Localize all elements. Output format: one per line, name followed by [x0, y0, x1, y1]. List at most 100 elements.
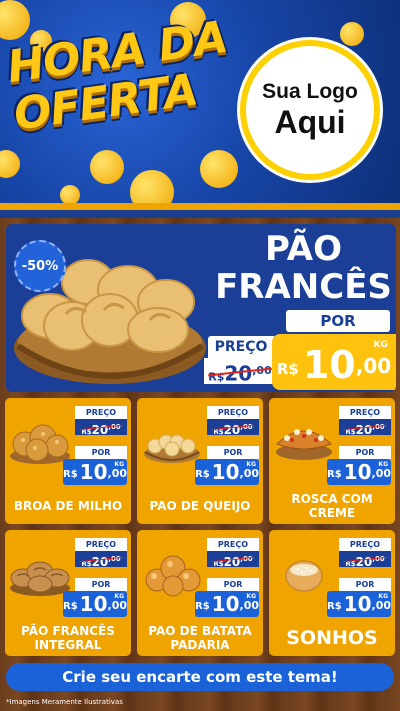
- price-unit: KG: [378, 461, 388, 468]
- featured-name-line1: PÃO: [264, 229, 342, 269]
- sweet-roll-image: [276, 429, 332, 460]
- product-card[interactable]: PREÇO R$20,00 POR R$ 10,00 KG SONHOS: [269, 530, 395, 656]
- product-card[interactable]: PREÇO R$20,00 POR R$ 10,00 KG PAO DE BATAT…: [137, 530, 263, 656]
- decor-dot: [0, 150, 20, 178]
- new-price-currency: R$: [63, 469, 78, 480]
- old-price-currency: R$: [81, 560, 92, 568]
- new-price: R$ 10,00 KG: [327, 591, 391, 617]
- price-unit: KG: [114, 461, 124, 468]
- disclaimer-text: *Imagens Meramente Ilustrativas: [6, 698, 123, 706]
- new-price-cents: ,00: [107, 467, 128, 480]
- preco-label: PREÇO: [75, 538, 127, 551]
- potato-bread-image: [145, 555, 201, 597]
- old-price: R$20,00: [207, 551, 259, 569]
- new-price-int: 10: [79, 592, 108, 616]
- featured-new-price: R$ 10,00 KG: [272, 334, 396, 390]
- new-price-cents: ,00: [371, 467, 392, 480]
- decor-dot: [340, 22, 364, 46]
- por-label: POR: [207, 446, 259, 459]
- old-price-int: 20: [223, 423, 241, 437]
- old-price: R$20,00: [75, 551, 127, 569]
- new-price-int: 10: [79, 460, 108, 484]
- price-unit: KG: [246, 461, 256, 468]
- old-price-cents: ,00: [240, 423, 253, 431]
- new-price-currency: R$: [327, 601, 342, 612]
- old-price-currency: R$: [345, 428, 356, 436]
- preco-label: PREÇO: [207, 406, 259, 419]
- old-price: R$20,00: [339, 419, 391, 437]
- new-price-currency: R$: [327, 469, 342, 480]
- decor-dot: [90, 150, 124, 184]
- donut-image: [285, 560, 323, 592]
- old-price-int: 20: [355, 423, 373, 437]
- old-price-int: 20: [355, 555, 373, 569]
- new-price-cents: ,00: [371, 599, 392, 612]
- old-price-cents: ,00: [372, 423, 385, 431]
- old-price-int: 20: [224, 361, 253, 386]
- por-label: POR: [207, 578, 259, 591]
- logo-text-line1: Sua Logo: [262, 80, 358, 103]
- por-label: POR: [75, 578, 127, 591]
- old-price-cents: ,00: [108, 555, 121, 563]
- featured-name: PÃO FRANCÊS: [211, 230, 396, 306]
- discount-badge: -50%: [14, 240, 66, 292]
- preco-label: PREÇO: [207, 538, 259, 551]
- preco-label: PREÇO: [339, 538, 391, 551]
- product-name: PAO DE QUEIJO: [149, 499, 251, 513]
- price-unit: KG: [373, 340, 388, 350]
- preco-label: PREÇO: [75, 406, 127, 419]
- new-price: R$ 10,00 KG: [327, 459, 391, 485]
- old-price-int: 20: [91, 555, 109, 569]
- featured-preco-label: PREÇO: [208, 336, 274, 358]
- new-price-int: 10: [211, 592, 240, 616]
- decor-dot: [60, 185, 80, 205]
- old-price-cents: ,00: [372, 555, 385, 563]
- new-price-int: 10: [302, 343, 356, 387]
- new-price-currency: R$: [195, 601, 210, 612]
- product-name: PÃO FRANCÊS INTEGRAL: [21, 624, 115, 652]
- product-card[interactable]: PREÇO R$20,00 POR R$ 10,00 KG PÃO FRANCÊS …: [5, 530, 131, 656]
- featured-product[interactable]: -50% PÃO FRANCÊS POR PREÇO R$20,00 R$ 10,…: [6, 224, 396, 392]
- create-flyer-button[interactable]: Crie seu encarte com este tema!: [6, 663, 394, 691]
- product-card[interactable]: PREÇO R$20,00 POR R$ 10,00 KG BROA DE MILH…: [5, 398, 131, 524]
- product-name: BROA DE MILHO: [13, 499, 123, 513]
- price-unit: KG: [114, 593, 124, 600]
- new-price: R$ 10,00 KG: [63, 459, 127, 485]
- new-price-cents: ,00: [107, 599, 128, 612]
- price-unit: KG: [246, 593, 256, 600]
- price-unit: KG: [378, 593, 388, 600]
- old-price-int: 20: [223, 555, 241, 569]
- product-name: SONHOS: [286, 627, 378, 649]
- featured-name-line2: FRANCÊS: [215, 267, 392, 307]
- logo-placeholder[interactable]: Sua Logo Aqui: [240, 40, 380, 180]
- whole-wheat-bread-image: [10, 561, 70, 596]
- new-price-currency: R$: [276, 360, 299, 378]
- por-label: POR: [339, 578, 391, 591]
- corn-bread-image: [10, 424, 70, 464]
- preco-label: PREÇO: [339, 406, 391, 419]
- new-price-currency: R$: [195, 469, 210, 480]
- product-card[interactable]: PREÇO R$20,00 POR R$ 10,00 KG ROSCA COM CR…: [269, 398, 395, 524]
- cheese-bread-image: [144, 434, 200, 463]
- old-price-cents: ,00: [108, 423, 121, 431]
- product-name: ROSCA COM CREME: [291, 492, 373, 520]
- por-label: POR: [339, 446, 391, 459]
- header-divider-blue: [0, 210, 400, 218]
- decor-dot: [0, 0, 30, 40]
- new-price-int: 10: [343, 460, 372, 484]
- old-price-currency: R$: [213, 560, 224, 568]
- por-label: POR: [75, 446, 127, 459]
- old-price: R$20,00: [75, 419, 127, 437]
- logo-text-line2: Aqui: [274, 104, 346, 140]
- old-price-currency: R$: [81, 428, 92, 436]
- new-price: R$ 10,00 KG: [63, 591, 127, 617]
- product-name: PAO DE BATATA PADARIA: [148, 624, 252, 652]
- new-price-cents: ,00: [239, 467, 260, 480]
- new-price-int: 10: [343, 592, 372, 616]
- old-price-cents: ,00: [240, 555, 253, 563]
- product-card[interactable]: PREÇO R$20,00 POR R$ 10,00 KG PAO DE QUEIJ…: [137, 398, 263, 524]
- featured-por-label: POR: [286, 310, 390, 332]
- old-price-int: 20: [91, 423, 109, 437]
- featured-old-price: R$20,00: [204, 358, 276, 386]
- decor-dot: [200, 150, 238, 188]
